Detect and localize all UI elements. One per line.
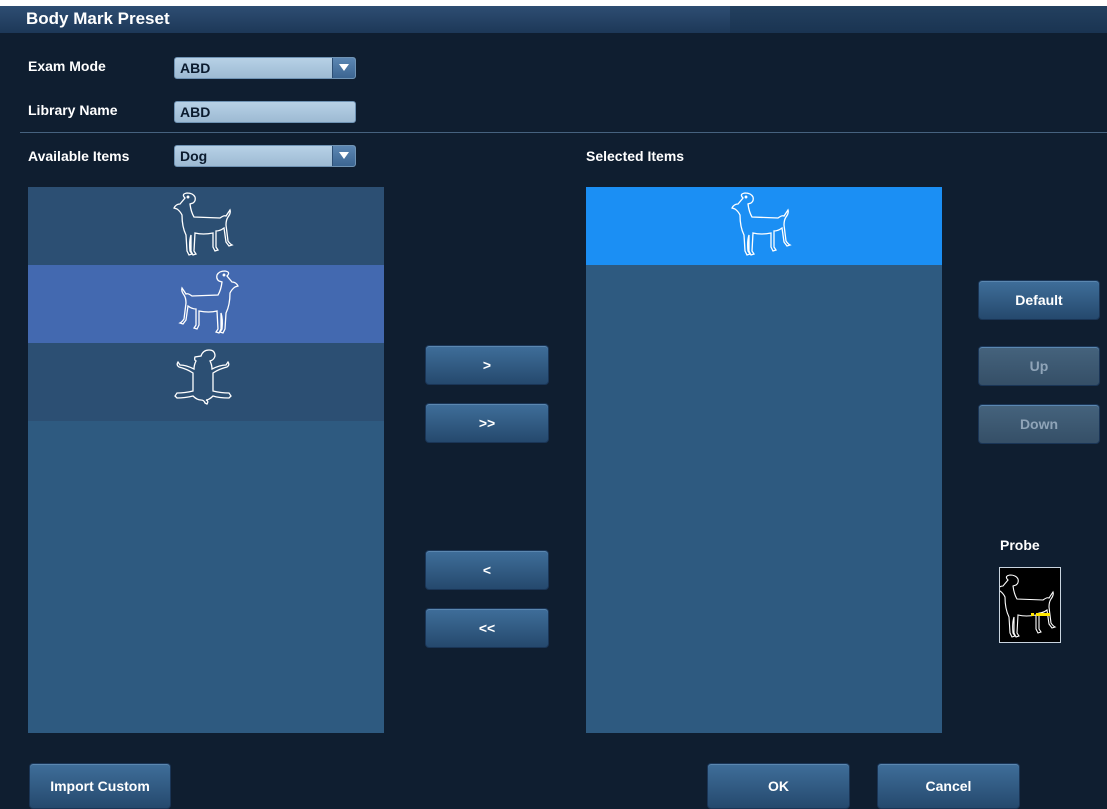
exam-mode-select[interactable]: ABD bbox=[174, 57, 356, 79]
remove-all-button[interactable]: << bbox=[425, 608, 549, 648]
available-items-list[interactable] bbox=[28, 187, 384, 733]
dog-probe-icon bbox=[996, 574, 1057, 638]
title-bar: Body Mark Preset bbox=[0, 0, 1107, 33]
title-bar-accent bbox=[730, 6, 1107, 33]
dog-supine-icon bbox=[174, 349, 232, 405]
remove-button[interactable]: < bbox=[425, 550, 549, 590]
chevron-down-icon[interactable] bbox=[332, 58, 355, 78]
exam-mode-label: Exam Mode bbox=[28, 58, 106, 74]
import-custom-button[interactable]: Import Custom bbox=[29, 763, 171, 809]
dog-standing-icon bbox=[173, 192, 234, 256]
probe-preview[interactable] bbox=[996, 567, 1061, 643]
list-item-dog-supine[interactable] bbox=[28, 343, 384, 421]
selected-item-dog-standing-right[interactable] bbox=[586, 187, 942, 265]
library-name-label: Library Name bbox=[28, 102, 118, 118]
default-button[interactable]: Default bbox=[978, 280, 1100, 320]
dog-standing-icon bbox=[731, 192, 792, 256]
probe-label: Probe bbox=[1000, 537, 1040, 553]
dialog-title: Body Mark Preset bbox=[26, 9, 170, 28]
probe-marker bbox=[1036, 613, 1050, 616]
category-value: Dog bbox=[180, 148, 208, 164]
selected-items-list[interactable] bbox=[586, 187, 942, 733]
probe-marker-tick bbox=[1031, 613, 1034, 616]
dog-standing-icon bbox=[178, 270, 239, 334]
divider bbox=[20, 132, 1107, 133]
library-name-field[interactable]: ABD bbox=[174, 101, 356, 123]
chevron-down-icon[interactable] bbox=[332, 146, 355, 166]
exam-mode-value: ABD bbox=[180, 60, 211, 76]
selected-items-label: Selected Items bbox=[586, 148, 685, 164]
add-button[interactable]: > bbox=[425, 345, 549, 385]
list-item-dog-standing-left[interactable] bbox=[28, 265, 384, 343]
available-items-label: Available Items bbox=[28, 148, 130, 164]
list-item-dog-standing-right[interactable] bbox=[28, 187, 384, 265]
ok-button[interactable]: OK bbox=[707, 763, 850, 809]
cancel-button[interactable]: Cancel bbox=[877, 763, 1020, 809]
down-button[interactable]: Down bbox=[978, 404, 1100, 444]
up-button[interactable]: Up bbox=[978, 346, 1100, 386]
category-select[interactable]: Dog bbox=[174, 145, 356, 167]
add-all-button[interactable]: >> bbox=[425, 403, 549, 443]
